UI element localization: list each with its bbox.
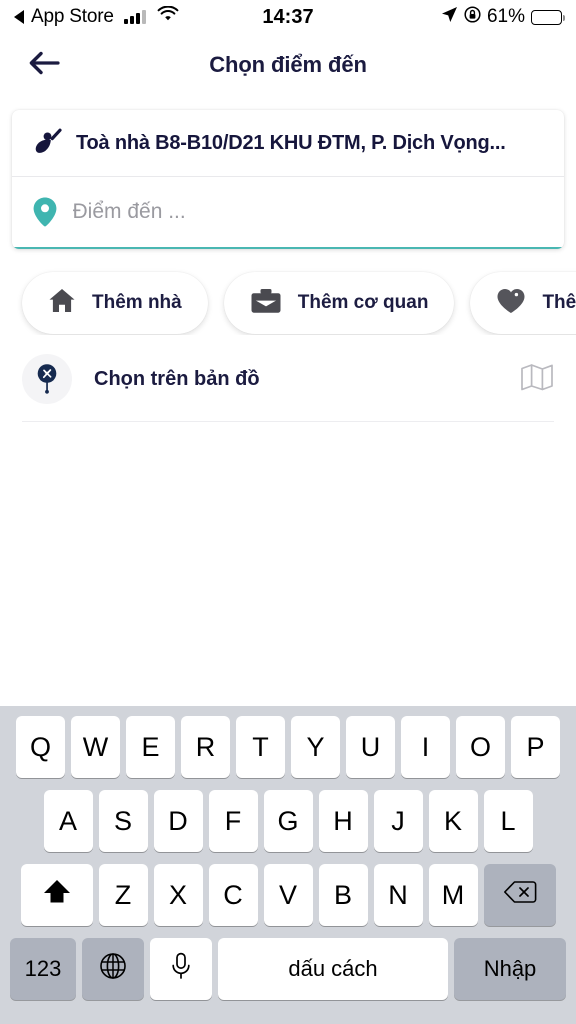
key-v[interactable]: V (263, 864, 313, 926)
globe-language-icon (99, 952, 127, 987)
key-o[interactable]: O (456, 716, 505, 778)
status-bar: App Store 14:37 61% (0, 0, 576, 34)
status-bar-left[interactable]: App Store (14, 5, 179, 28)
choose-on-map-row[interactable]: Chọn trên bản đồ (0, 335, 576, 409)
destination-row[interactable] (12, 177, 564, 249)
key-a[interactable]: A (43, 790, 93, 852)
map-pin-icon (32, 196, 73, 228)
keyboard-row-2: A S D F G H J K L (0, 790, 576, 852)
search-card: Toà nhà B8-B10/D21 KHU ĐTM, P. Dịch Vọng… (12, 110, 564, 249)
keyboard-row-3: Z X C V B N M (0, 864, 576, 926)
enter-key[interactable]: Nhập (454, 938, 566, 1000)
space-key[interactable]: dấu cách (218, 938, 448, 1000)
folded-map-icon[interactable] (520, 361, 554, 398)
destination-input[interactable] (72, 200, 544, 224)
on-screen-keyboard: Q W E R T Y U I O P A S D F G H J K L Z … (0, 706, 576, 1024)
choose-on-map-label: Chọn trên bản đồ (94, 367, 260, 390)
status-bar-right: 61% (441, 5, 565, 29)
back-button[interactable] (24, 45, 64, 85)
nav-header: Chọn điểm đến (0, 34, 576, 96)
quick-place-chips: Thêm nhà Thêm cơ quan Thêm địa (0, 249, 576, 335)
key-s[interactable]: S (98, 790, 148, 852)
triangle-left-icon (14, 10, 24, 24)
keyboard-row-1: Q W E R T Y U I O P (0, 716, 576, 778)
key-k[interactable]: K (428, 790, 478, 852)
chip-add-work[interactable]: Thêm cơ quan (223, 272, 455, 334)
shift-key[interactable] (20, 864, 93, 926)
chip-label: Thêm cơ quan (297, 292, 429, 313)
key-m[interactable]: M (428, 864, 478, 926)
key-j[interactable]: J (373, 790, 423, 852)
heart-tag-icon (496, 287, 526, 320)
numbers-key[interactable]: 123 (10, 938, 76, 1000)
key-l[interactable]: L (483, 790, 533, 852)
pickup-row[interactable]: Toà nhà B8-B10/D21 KHU ĐTM, P. Dịch Vọng… (12, 110, 564, 176)
dictation-key[interactable] (150, 938, 212, 1000)
key-b[interactable]: B (318, 864, 368, 926)
microphone-icon (170, 952, 192, 987)
status-back-app-label: App Store (31, 6, 114, 27)
shift-arrow-up-icon (42, 878, 72, 913)
backspace-delete-icon (503, 879, 537, 912)
key-p[interactable]: P (511, 716, 560, 778)
key-u[interactable]: U (346, 716, 395, 778)
battery-icon (531, 9, 565, 25)
wifi-icon (157, 5, 179, 28)
phone-screen: App Store 14:37 61% Chọn điểm đến Toà nh… (0, 0, 576, 1024)
map-marker-pin-icon (22, 354, 72, 404)
key-d[interactable]: D (153, 790, 203, 852)
key-y[interactable]: Y (291, 716, 340, 778)
key-z[interactable]: Z (98, 864, 148, 926)
key-e[interactable]: E (126, 716, 175, 778)
key-q[interactable]: Q (16, 716, 65, 778)
key-r[interactable]: R (181, 716, 230, 778)
location-arrow-icon (441, 6, 458, 29)
briefcase-icon (250, 287, 282, 320)
language-globe-key[interactable] (82, 938, 144, 1000)
key-i[interactable]: I (401, 716, 450, 778)
key-w[interactable]: W (71, 716, 120, 778)
pickup-address: Toà nhà B8-B10/D21 KHU ĐTM, P. Dịch Vọng… (76, 131, 506, 154)
key-t[interactable]: T (236, 716, 285, 778)
battery-percent-label: 61% (486, 6, 525, 27)
backspace-key[interactable] (483, 864, 556, 926)
rider-hail-icon (32, 128, 76, 158)
key-h[interactable]: H (318, 790, 368, 852)
key-g[interactable]: G (263, 790, 313, 852)
key-f[interactable]: F (208, 790, 258, 852)
key-c[interactable]: C (208, 864, 258, 926)
arrow-left-icon (28, 50, 60, 81)
rotation-lock-icon (464, 5, 481, 29)
page-title: Chọn điểm đến (209, 52, 367, 77)
chip-add-place[interactable]: Thêm địa (470, 272, 576, 334)
chip-label: Thêm nhà (92, 292, 182, 313)
key-x[interactable]: X (153, 864, 203, 926)
cellular-signal-icon (123, 10, 146, 24)
section-divider (22, 421, 554, 422)
home-icon (48, 287, 76, 320)
chip-add-home[interactable]: Thêm nhà (22, 272, 208, 334)
key-n[interactable]: N (373, 864, 423, 926)
keyboard-row-4: 123 dấu cách Nhập (0, 938, 576, 1000)
chip-label: Thêm địa (542, 292, 576, 313)
